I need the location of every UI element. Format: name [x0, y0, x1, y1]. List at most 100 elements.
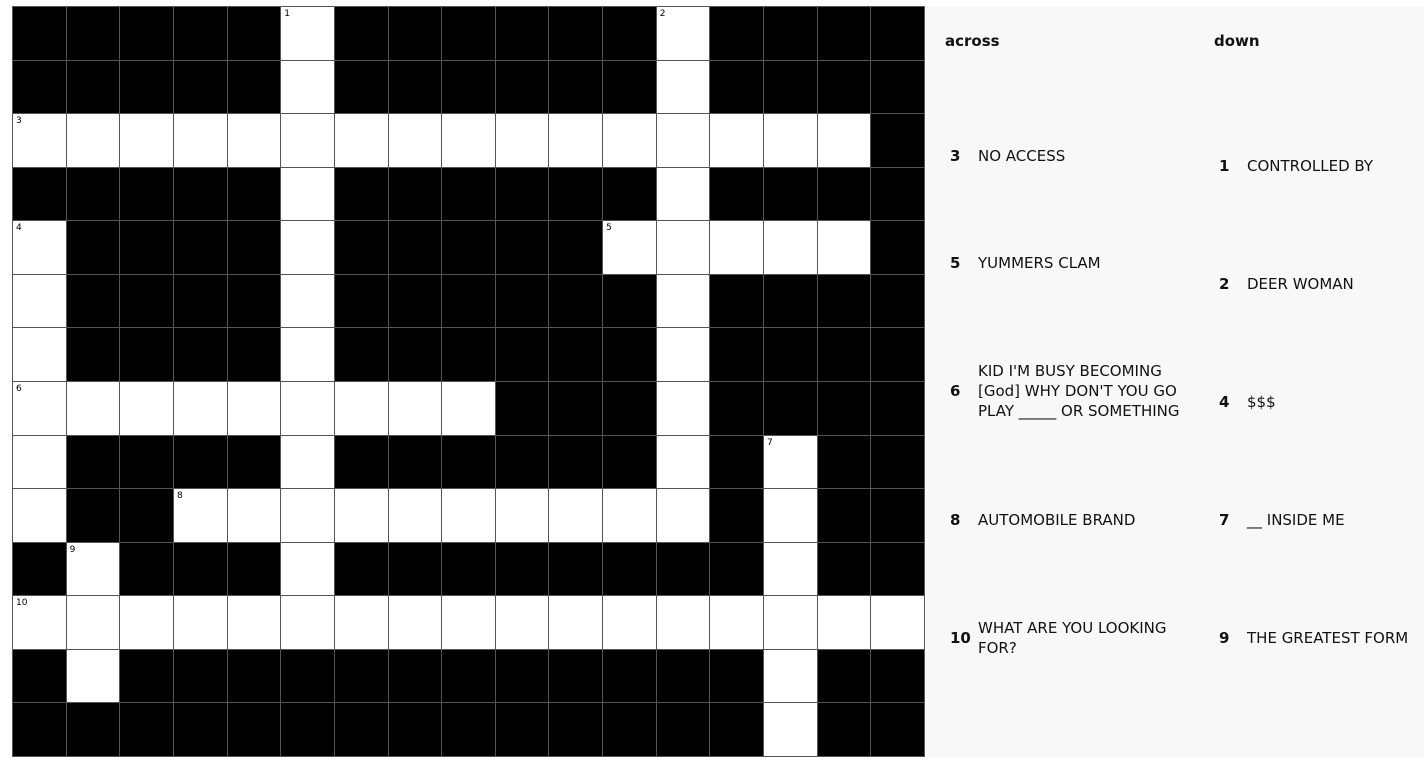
grid-cell[interactable]: 7 [764, 435, 817, 489]
grid-cell[interactable] [495, 596, 549, 649]
grid-cell[interactable] [495, 489, 549, 542]
grid-cell[interactable] [764, 542, 817, 596]
grid-cell[interactable] [120, 382, 173, 435]
grid-cell[interactable] [656, 382, 710, 435]
grid-cell[interactable] [334, 489, 388, 542]
grid-cell[interactable] [656, 221, 710, 274]
grid-cell[interactable] [710, 221, 764, 274]
grid-cell[interactable] [817, 221, 871, 274]
grid-cell[interactable] [281, 382, 334, 435]
grid-cell[interactable] [281, 274, 334, 328]
grid-cell[interactable] [13, 435, 66, 489]
grid-cell[interactable] [442, 596, 495, 649]
grid-cell[interactable] [656, 60, 710, 114]
grid-cell[interactable] [656, 114, 710, 167]
clue-down-7[interactable]: 7 __ INSIDE ME [1219, 510, 1419, 530]
grid-cell[interactable] [66, 382, 120, 435]
grid-cell[interactable] [817, 114, 871, 167]
grid-cell[interactable] [281, 167, 334, 221]
grid-cell[interactable] [173, 382, 227, 435]
grid-cell[interactable] [549, 114, 603, 167]
grid-cell[interactable] [442, 489, 495, 542]
grid-cell[interactable] [227, 489, 281, 542]
grid-cell[interactable] [710, 596, 764, 649]
block-cell [281, 649, 334, 703]
grid-cell[interactable] [656, 435, 710, 489]
block-cell [120, 328, 173, 381]
grid-cell[interactable] [281, 489, 334, 542]
block-cell [871, 114, 924, 167]
grid-cell[interactable] [442, 114, 495, 167]
grid-cell[interactable] [764, 489, 817, 542]
grid-cell[interactable] [281, 114, 334, 167]
grid-cell[interactable] [173, 114, 227, 167]
grid-cell[interactable] [13, 489, 66, 542]
grid-cell[interactable]: 2 [656, 7, 710, 60]
clue-across-3[interactable]: 3 NO ACCESS [950, 146, 1190, 166]
grid-cell[interactable] [603, 596, 656, 649]
grid-cell[interactable] [764, 114, 817, 167]
grid-cell[interactable]: 4 [13, 221, 66, 274]
clue-down-2[interactable]: 2 DEER WOMAN [1219, 274, 1419, 294]
clue-down-1[interactable]: 1 CONTROLLED BY [1219, 156, 1419, 176]
grid-cell[interactable] [13, 328, 66, 381]
grid-cell[interactable] [120, 596, 173, 649]
grid-cell[interactable] [281, 221, 334, 274]
grid-cell[interactable] [710, 114, 764, 167]
grid-cell[interactable] [227, 596, 281, 649]
grid-cell[interactable]: 6 [13, 382, 66, 435]
grid-cell[interactable] [334, 114, 388, 167]
grid-cell[interactable] [281, 596, 334, 649]
grid-cell[interactable] [388, 382, 442, 435]
grid-cell[interactable] [764, 596, 817, 649]
grid-cell[interactable] [656, 274, 710, 328]
grid-cell[interactable] [764, 703, 817, 756]
clue-across-8[interactable]: 8 AUTOMOBILE BRAND [950, 510, 1190, 530]
block-cell [227, 328, 281, 381]
grid-cell[interactable] [66, 649, 120, 703]
grid-cell[interactable] [603, 114, 656, 167]
clue-down-4[interactable]: 4 $$$ [1219, 392, 1419, 412]
grid-cell[interactable] [764, 221, 817, 274]
grid-cell[interactable] [281, 60, 334, 114]
clue-across-6[interactable]: 6 KID I'M BUSY BECOMING [God] WHY DON'T … [950, 361, 1192, 421]
grid-cell[interactable] [281, 542, 334, 596]
block-cell [173, 542, 227, 596]
grid-cell[interactable] [334, 382, 388, 435]
grid-cell[interactable] [388, 596, 442, 649]
grid-cell[interactable]: 1 [281, 7, 334, 60]
clue-across-5[interactable]: 5 YUMMERS CLAM [950, 253, 1190, 273]
grid-cell[interactable]: 3 [13, 114, 66, 167]
grid-cell[interactable] [13, 274, 66, 328]
grid-cell[interactable]: 8 [173, 489, 227, 542]
grid-cell[interactable] [66, 596, 120, 649]
grid-cell[interactable] [227, 114, 281, 167]
grid-cell[interactable] [656, 489, 710, 542]
grid-cell[interactable] [227, 382, 281, 435]
grid-cell[interactable] [871, 596, 924, 649]
grid-cell[interactable] [120, 114, 173, 167]
grid-cell[interactable] [334, 596, 388, 649]
grid-cell[interactable]: 5 [603, 221, 656, 274]
grid-cell[interactable] [656, 167, 710, 221]
grid-cell[interactable] [281, 328, 334, 381]
grid-cell[interactable] [656, 328, 710, 381]
clue-down-9[interactable]: 9 THE GREATEST FORM [1219, 628, 1424, 648]
grid-cell[interactable] [817, 596, 871, 649]
grid-cell[interactable] [388, 114, 442, 167]
grid-cell[interactable] [549, 489, 603, 542]
grid-cell[interactable] [66, 114, 120, 167]
clue-across-10[interactable]: 10 WHAT ARE YOU LOOKING FOR? [950, 618, 1190, 658]
grid-cell[interactable] [549, 596, 603, 649]
grid-cell[interactable] [442, 382, 495, 435]
grid-cell[interactable] [495, 114, 549, 167]
grid-cell[interactable] [388, 489, 442, 542]
grid-cell[interactable]: 9 [66, 542, 120, 596]
grid-cell[interactable] [603, 489, 656, 542]
grid-cell[interactable] [764, 649, 817, 703]
block-cell [495, 328, 549, 381]
grid-cell[interactable] [656, 596, 710, 649]
grid-cell[interactable] [173, 596, 227, 649]
grid-cell[interactable]: 10 [13, 596, 66, 649]
grid-cell[interactable] [281, 435, 334, 489]
